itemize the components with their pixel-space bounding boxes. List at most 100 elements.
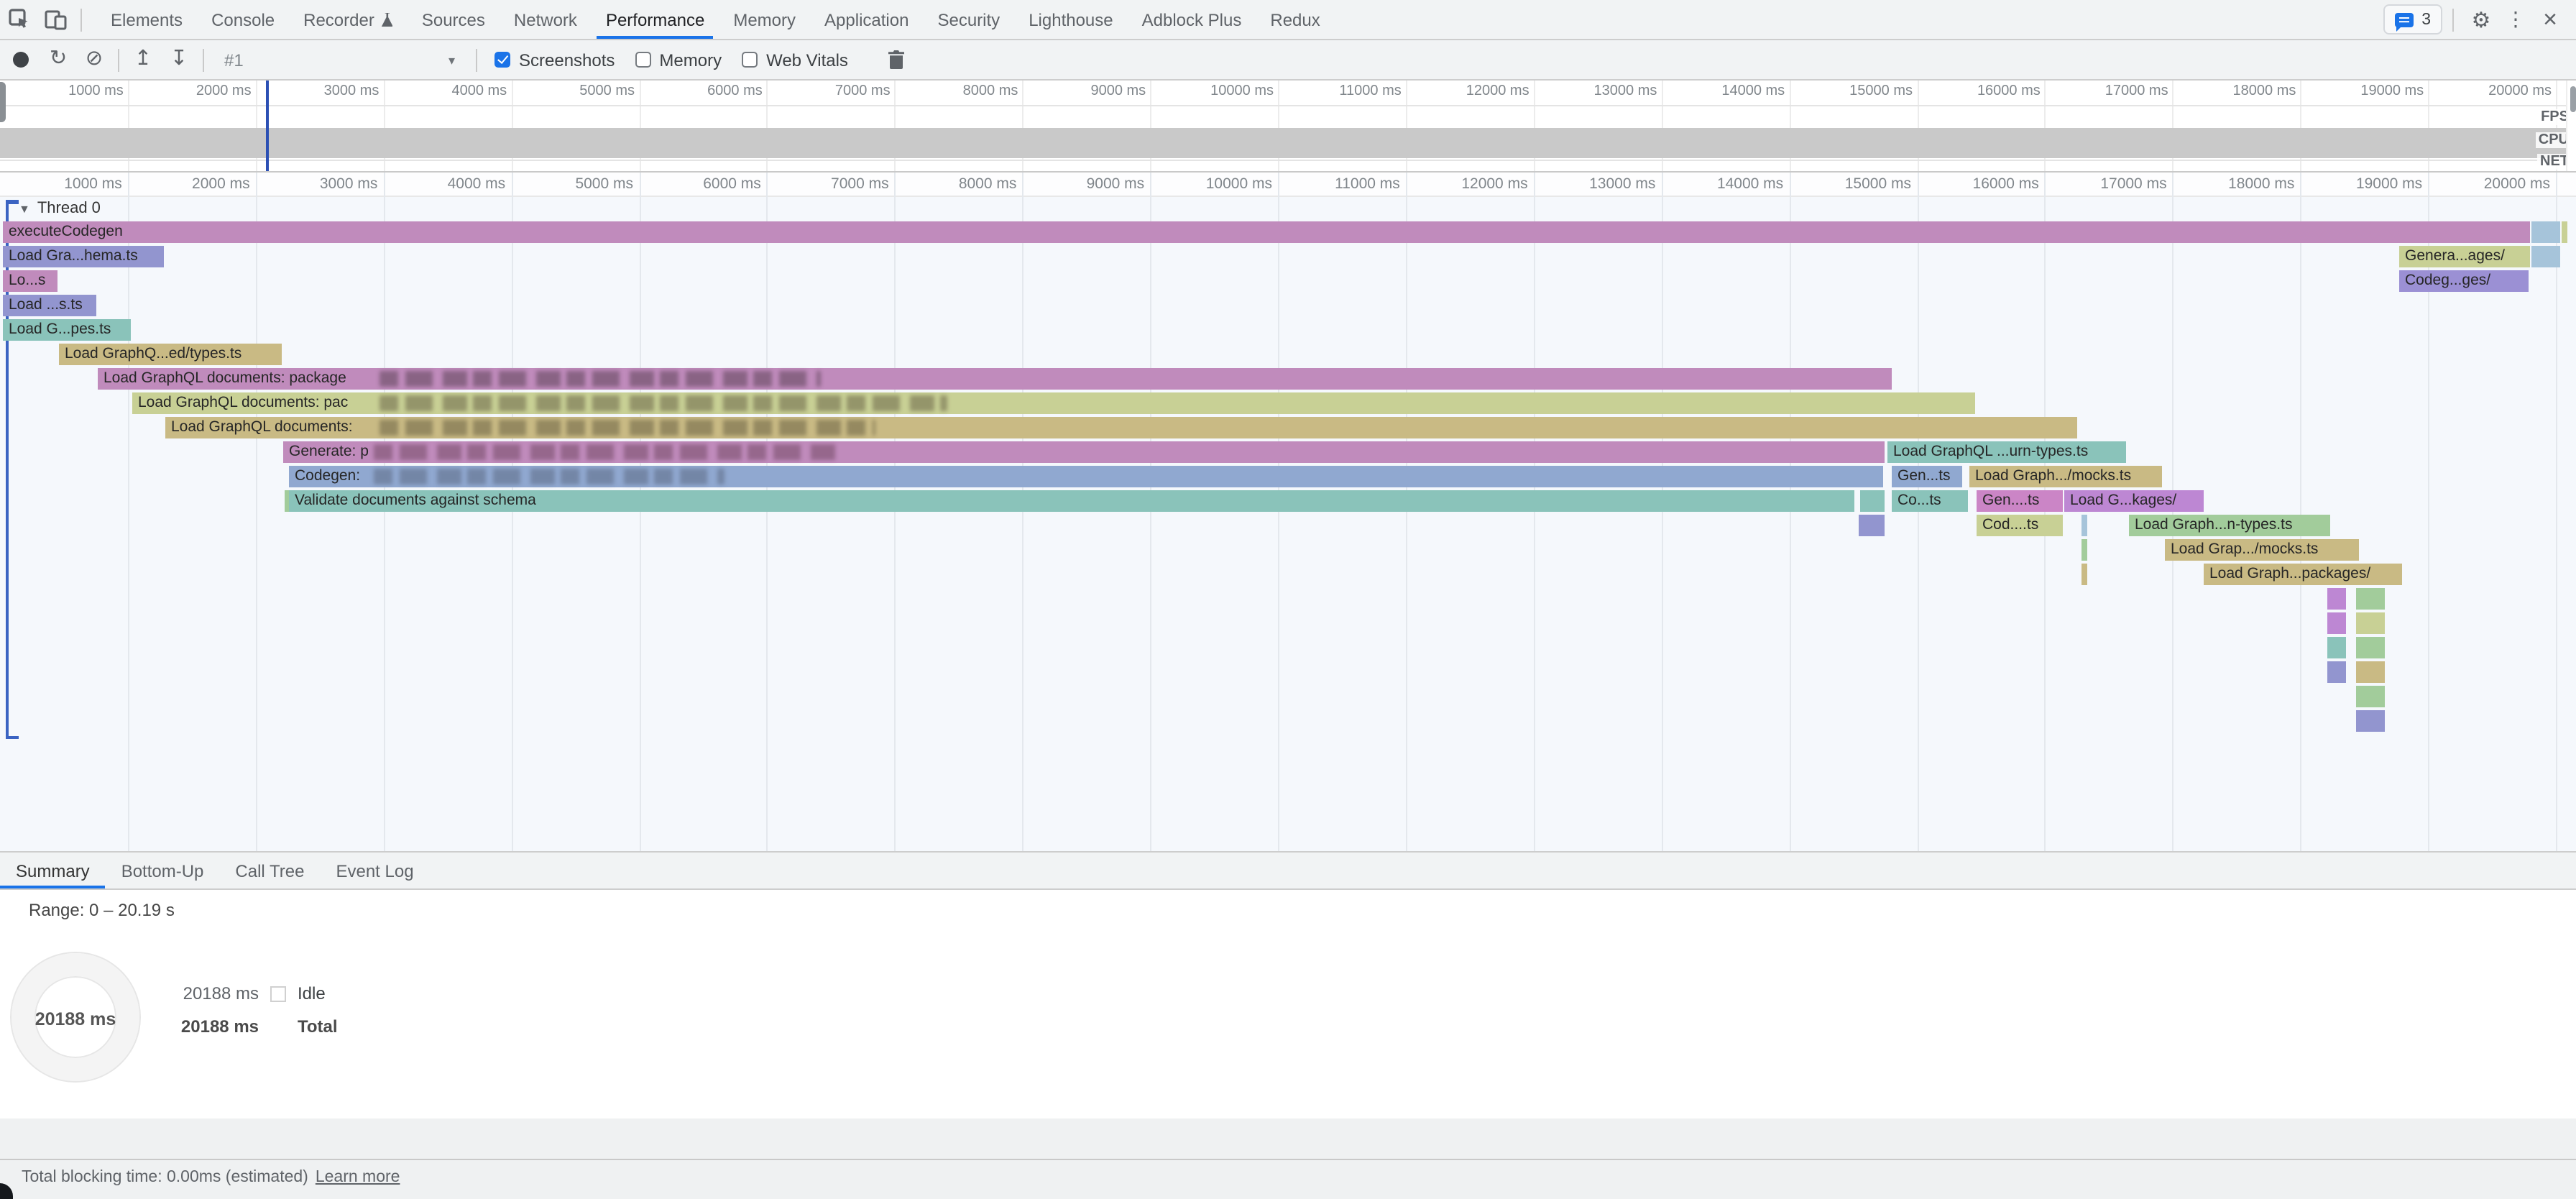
settings-gear-icon[interactable]: ⚙ — [2464, 6, 2498, 32]
profile-select-chevron-down-icon[interactable]: ▾ — [448, 53, 455, 69]
ruler-tick: 4000 ms — [382, 175, 505, 192]
timeline-overview[interactable]: 1000 ms2000 ms3000 ms4000 ms5000 ms6000 … — [0, 81, 2576, 173]
selection-bracket-bottom — [6, 735, 19, 739]
issues-chat-icon — [2394, 12, 2413, 27]
tab-bottom-up[interactable]: Bottom-Up — [106, 853, 220, 888]
overview-scrollbar-thumb[interactable] — [2570, 86, 2576, 112]
flame-bar[interactable] — [2356, 637, 2385, 658]
tab-console[interactable]: Console — [197, 0, 289, 39]
ruler-tick: 15000 ms — [1788, 175, 1911, 192]
flame-bar[interactable]: Genera...ages/ — [2399, 246, 2530, 267]
ruler-tick: 3000 ms — [255, 83, 379, 99]
flame-bar[interactable] — [2356, 686, 2385, 707]
thread-label: Thread 0 — [37, 200, 101, 217]
screenshots-checkbox[interactable]: Screenshots — [494, 50, 615, 70]
reload-and-record-icon[interactable]: ↻ — [40, 40, 76, 79]
idle-label: Idle — [298, 983, 326, 1003]
tab-lighthouse[interactable]: Lighthouse — [1014, 0, 1127, 39]
flame-chart[interactable]: 1000 ms2000 ms3000 ms4000 ms5000 ms6000 … — [0, 173, 2576, 851]
flame-bar[interactable] — [2356, 661, 2385, 683]
memory-checkbox[interactable]: Memory — [635, 50, 722, 70]
toolbar-divider-1 — [118, 48, 119, 71]
flame-bar[interactable] — [2082, 539, 2087, 561]
device-toolbar-button[interactable] — [37, 0, 75, 39]
ruler-tick: 14000 ms — [1661, 83, 1785, 99]
redacted-text — [374, 444, 838, 460]
tabbar-right-controls: 3 ⚙ ⋮ × — [2383, 0, 2576, 39]
tab-summary[interactable]: Summary — [0, 853, 106, 888]
flame-bar[interactable]: Load GraphQL ...urn-types.ts — [1887, 441, 2126, 463]
overview-left-grip[interactable] — [0, 82, 6, 122]
flame-bar[interactable]: Load G...pes.ts — [3, 319, 131, 341]
gridline — [128, 173, 129, 851]
tab-call-tree[interactable]: Call Tree — [219, 853, 320, 888]
flame-bar[interactable]: Load ...s.ts — [3, 295, 96, 316]
thread-header[interactable]: ▼ Thread 0 — [19, 200, 101, 217]
flame-bar[interactable] — [1860, 490, 1885, 512]
range-label: Range: 0 – 20.19 s — [29, 900, 175, 920]
flame-bar[interactable]: Load GraphQL documents: package — [98, 368, 1892, 390]
screenshots-checkbox-box[interactable] — [494, 52, 510, 68]
ruler-tick: 14000 ms — [1660, 175, 1783, 192]
close-devtools-icon[interactable]: × — [2533, 5, 2567, 34]
inspect-element-button[interactable] — [0, 0, 37, 39]
web-vitals-checkbox-box[interactable] — [742, 52, 758, 68]
flame-bar[interactable]: Load Graph.../mocks.ts — [1969, 466, 2162, 487]
tab-application[interactable]: Application — [810, 0, 923, 39]
flame-bar[interactable]: Gen....ts — [1977, 490, 2063, 512]
flame-bar[interactable]: Load Gra...hema.ts — [3, 246, 164, 267]
tab-sources[interactable]: Sources — [408, 0, 500, 39]
flame-bar[interactable]: Lo...s — [3, 270, 58, 292]
tab-security[interactable]: Security — [923, 0, 1014, 39]
save-profile-icon[interactable]: ↧ — [161, 40, 197, 79]
trash-icon — [888, 50, 904, 69]
tab-event-log[interactable]: Event Log — [320, 853, 429, 888]
flame-bar[interactable] — [2082, 515, 2087, 536]
profile-select-value[interactable]: #1 — [224, 50, 244, 70]
more-options-kebab-icon[interactable]: ⋮ — [2498, 7, 2533, 32]
web-vitals-checkbox[interactable]: Web Vitals — [742, 50, 848, 70]
flame-bar[interactable]: Load G...kages/ — [2064, 490, 2204, 512]
flame-bar[interactable]: executeCodegen — [3, 221, 2530, 243]
flame-bar[interactable] — [2327, 588, 2346, 610]
flame-bar[interactable]: Load Graph...n-types.ts — [2129, 515, 2330, 536]
clear-recording-icon[interactable]: ⊘ — [76, 40, 112, 79]
flame-bar[interactable]: Cod....ts — [1977, 515, 2063, 536]
tab-redux[interactable]: Redux — [1256, 0, 1334, 39]
memory-checkbox-box[interactable] — [635, 52, 650, 68]
tab-performance[interactable]: Performance — [592, 0, 719, 39]
record-button[interactable] — [13, 52, 29, 68]
learn-more-link[interactable]: Learn more — [316, 1169, 400, 1186]
tab-elements[interactable]: Elements — [96, 0, 197, 39]
tab-recorder[interactable]: Recorder — [289, 0, 408, 39]
gridline — [256, 173, 257, 851]
tab-memory[interactable]: Memory — [719, 0, 810, 39]
flame-bar[interactable] — [2356, 710, 2385, 732]
flame-bar[interactable] — [2327, 612, 2346, 634]
flame-bar[interactable] — [2531, 221, 2560, 243]
tab-adblock-plus[interactable]: Adblock Plus — [1128, 0, 1256, 39]
flame-bar[interactable] — [2356, 588, 2385, 610]
tab-network[interactable]: Network — [500, 0, 592, 39]
flame-bar[interactable] — [2327, 637, 2346, 658]
flame-bar[interactable] — [2356, 612, 2385, 634]
flame-bar[interactable]: Co...ts — [1892, 490, 1968, 512]
flame-bar[interactable] — [2531, 246, 2560, 267]
flame-bar[interactable] — [2082, 564, 2087, 585]
flame-bar[interactable]: Load Graph...packages/ — [2204, 564, 2402, 585]
gridline — [2556, 173, 2557, 851]
flame-bar[interactable]: Codeg...ges/ — [2399, 270, 2529, 292]
load-profile-icon[interactable]: ↥ — [125, 40, 161, 79]
flame-bar[interactable] — [2327, 661, 2346, 683]
issues-button[interactable]: 3 — [2383, 4, 2442, 35]
lane-divider — [0, 160, 2576, 161]
overview-playhead — [266, 81, 269, 171]
flame-bar[interactable]: Load GraphQ...ed/types.ts — [59, 344, 282, 365]
flame-bar[interactable] — [1859, 515, 1885, 536]
flame-bar[interactable]: Validate documents against schema — [289, 490, 1854, 512]
flame-bar[interactable]: Load Grap.../mocks.ts — [2165, 539, 2359, 561]
flame-bar[interactable]: Gen...ts — [1892, 466, 1962, 487]
lane-divider — [0, 104, 2576, 106]
flame-bar[interactable] — [2562, 221, 2567, 243]
delete-recording-button[interactable] — [888, 50, 904, 69]
